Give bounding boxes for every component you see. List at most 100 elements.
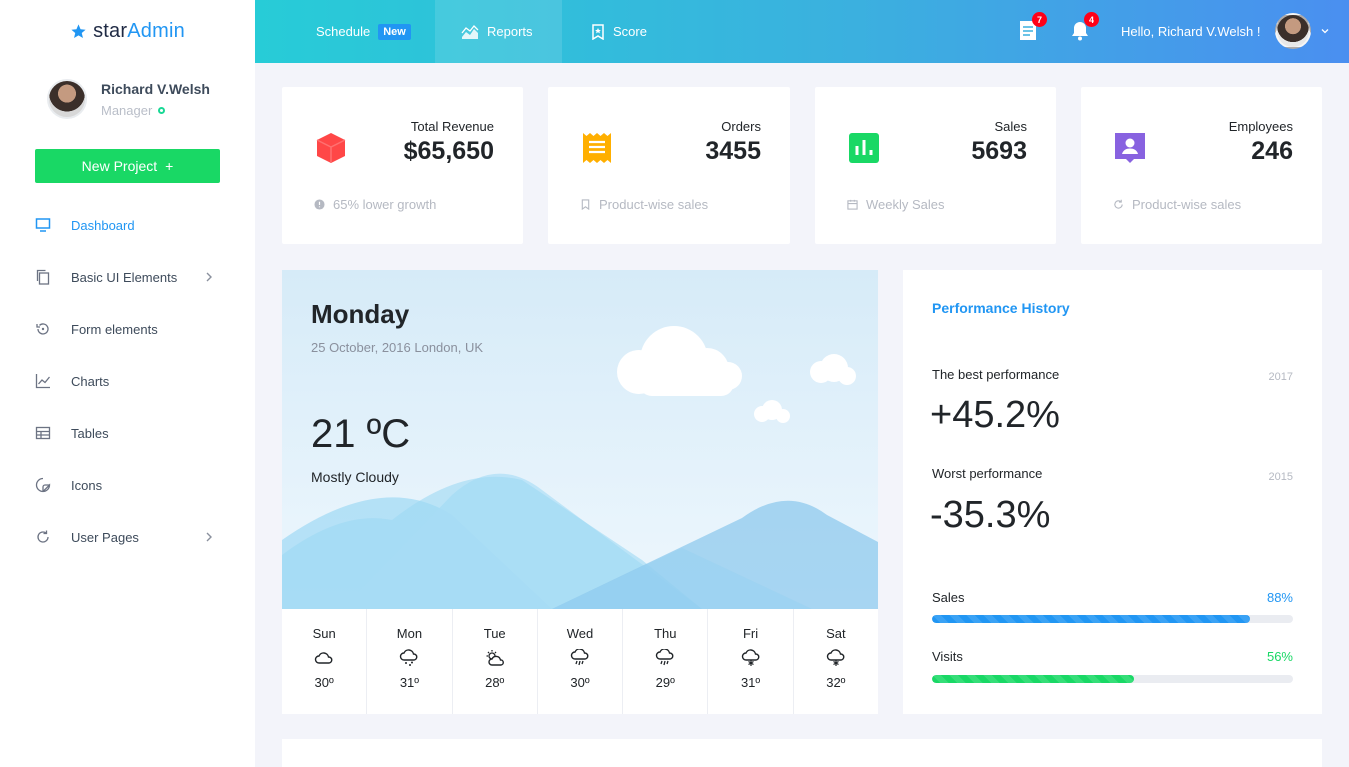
brand-logo[interactable]: starAdmin: [0, 0, 255, 63]
sidebar-nav: Dashboard Basic UI Elements Form element…: [35, 199, 220, 563]
sales-progress-bar: [932, 615, 1293, 623]
calendar-icon: [847, 199, 858, 210]
chevron-right-icon: [206, 272, 212, 282]
nav-reports-label: Reports: [487, 24, 533, 39]
worst-performance-label: Worst performance: [932, 466, 1043, 481]
messages-button[interactable]: 7: [1017, 12, 1047, 42]
forecast-day: Sun 30º: [282, 609, 368, 714]
stat-footer: Product-wise sales: [1113, 197, 1241, 212]
cloud-rain-icon: [570, 649, 589, 666]
stat-value: 5693: [971, 137, 1027, 165]
forecast-day: Tue 28º: [453, 609, 538, 714]
sidebar-profile[interactable]: Richard V.Welsh Manager: [47, 79, 210, 119]
table-icon: [35, 426, 51, 440]
stat-footer: 65% lower growth: [314, 197, 436, 212]
area-chart-icon: [461, 24, 479, 39]
bookmark-icon: [581, 199, 590, 210]
avatar: [47, 79, 87, 119]
plus-icon: +: [165, 158, 174, 174]
sidebar-item-label: Tables: [71, 425, 109, 441]
receipt-icon: [583, 133, 611, 163]
cube-icon: [316, 133, 346, 163]
stat-label: Orders: [721, 119, 761, 134]
chevron-right-icon: [206, 532, 212, 542]
account-box-icon: [1115, 133, 1145, 163]
stat-card-sales: Sales 5693 Weekly Sales: [815, 87, 1056, 244]
profile-role: Manager: [101, 103, 210, 118]
sidebar-item-dashboard[interactable]: Dashboard: [35, 199, 220, 251]
user-greeting[interactable]: Hello, Richard V.Welsh !: [1121, 0, 1260, 63]
stat-value: 246: [1251, 137, 1293, 165]
notifications-count-badge: 4: [1084, 12, 1099, 27]
line-chart-icon: [35, 374, 51, 389]
sidebar-item-label: User Pages: [71, 529, 139, 545]
sidebar: starAdmin Richard V.Welsh Manager New Pr…: [0, 0, 255, 767]
stat-label: Sales: [994, 119, 1027, 134]
weather-day: Monday: [311, 299, 410, 329]
avatar[interactable]: [1275, 13, 1311, 49]
notifications-button[interactable]: 4: [1069, 12, 1099, 42]
stat-footer: Product-wise sales: [580, 197, 708, 212]
nav-schedule[interactable]: Schedule New: [255, 0, 435, 63]
best-performance-label: The best performance: [932, 367, 1060, 382]
sidebar-item-label: Form elements: [71, 321, 158, 337]
stat-card-employees: Employees 246 Product-wise sales: [1081, 87, 1322, 244]
alert-circle-icon: [314, 199, 325, 210]
online-status-icon: [158, 106, 166, 114]
partly-cloudy-icon: [486, 650, 504, 666]
stat-footer: Weekly Sales: [847, 197, 945, 212]
sidebar-item-user-pages[interactable]: User Pages: [35, 511, 220, 563]
performance-title: Performance History: [932, 300, 1070, 316]
stat-label: Employees: [1228, 119, 1293, 134]
performance-card: Performance History The best performance…: [903, 270, 1322, 714]
sidebar-item-icons[interactable]: Icons: [35, 459, 220, 511]
forecast-day: Wed 30º: [538, 609, 624, 714]
stat-value: $65,650: [403, 137, 494, 165]
brand-name: starAdmin: [93, 20, 185, 42]
sidebar-item-form-elements[interactable]: Form elements: [35, 303, 220, 355]
sales-bar-label: Sales: [932, 590, 965, 605]
monitor-icon: [35, 218, 51, 232]
forecast-day: Sat 32º: [826, 626, 846, 690]
worst-performance-value: -35.3%: [930, 494, 1051, 536]
copy-icon: [36, 269, 50, 285]
profile-name: Richard V.Welsh: [101, 80, 210, 97]
sales-progress-fill: [932, 615, 1250, 623]
sidebar-item-label: Dashboard: [71, 217, 135, 233]
best-performance-value: +45.2%: [930, 394, 1060, 436]
visits-progress-bar: [932, 675, 1293, 683]
visits-progress-fill: [932, 675, 1135, 683]
forecast-day: Mon 31º: [367, 609, 453, 714]
sidebar-item-basic-ui-elements[interactable]: Basic UI Elements: [35, 251, 220, 303]
forecast-day: Fri 31º: [708, 609, 794, 714]
bottom-card: [282, 739, 1322, 767]
weather-condition: Mostly Cloudy: [311, 469, 399, 485]
sidebar-item-charts[interactable]: Charts: [35, 355, 220, 407]
restore-icon: [36, 323, 49, 335]
stat-card-revenue: Total Revenue $65,650 65% lower growth: [282, 87, 523, 244]
nav-score-label: Score: [613, 24, 647, 39]
stat-value: 3455: [705, 137, 761, 165]
cloud-snowflake-icon: [826, 649, 845, 666]
best-performance-year: 2017: [1268, 371, 1293, 383]
weather-forecast: Sun 30º Mon 31º Tue 28º Wed 30º Thu 29º …: [282, 609, 878, 714]
star-icon: [71, 24, 86, 39]
reload-icon: [1114, 199, 1123, 209]
poll-box-icon: [849, 133, 879, 163]
weather-temperature: 21 ºC: [311, 412, 411, 456]
sidebar-item-label: Charts: [71, 373, 110, 389]
sticker-icon: [35, 477, 51, 493]
new-project-button[interactable]: New Project +: [35, 149, 220, 183]
nav-reports[interactable]: Reports: [435, 0, 562, 63]
cloud-icon: [314, 652, 333, 664]
sidebar-item-tables[interactable]: Tables: [35, 407, 220, 459]
nav-schedule-label: Schedule: [316, 24, 371, 39]
sidebar-item-label: Icons: [71, 477, 103, 493]
chevron-down-icon[interactable]: [1320, 26, 1330, 36]
sidebar-item-label: Basic UI Elements: [71, 269, 178, 285]
stat-label: Total Revenue: [410, 119, 494, 134]
visits-bar-label: Visits: [932, 649, 963, 664]
nav-score[interactable]: Score: [562, 0, 682, 63]
stat-card-orders: Orders 3455 Product-wise sales: [548, 87, 790, 244]
cloud-snow-icon: [400, 649, 418, 666]
